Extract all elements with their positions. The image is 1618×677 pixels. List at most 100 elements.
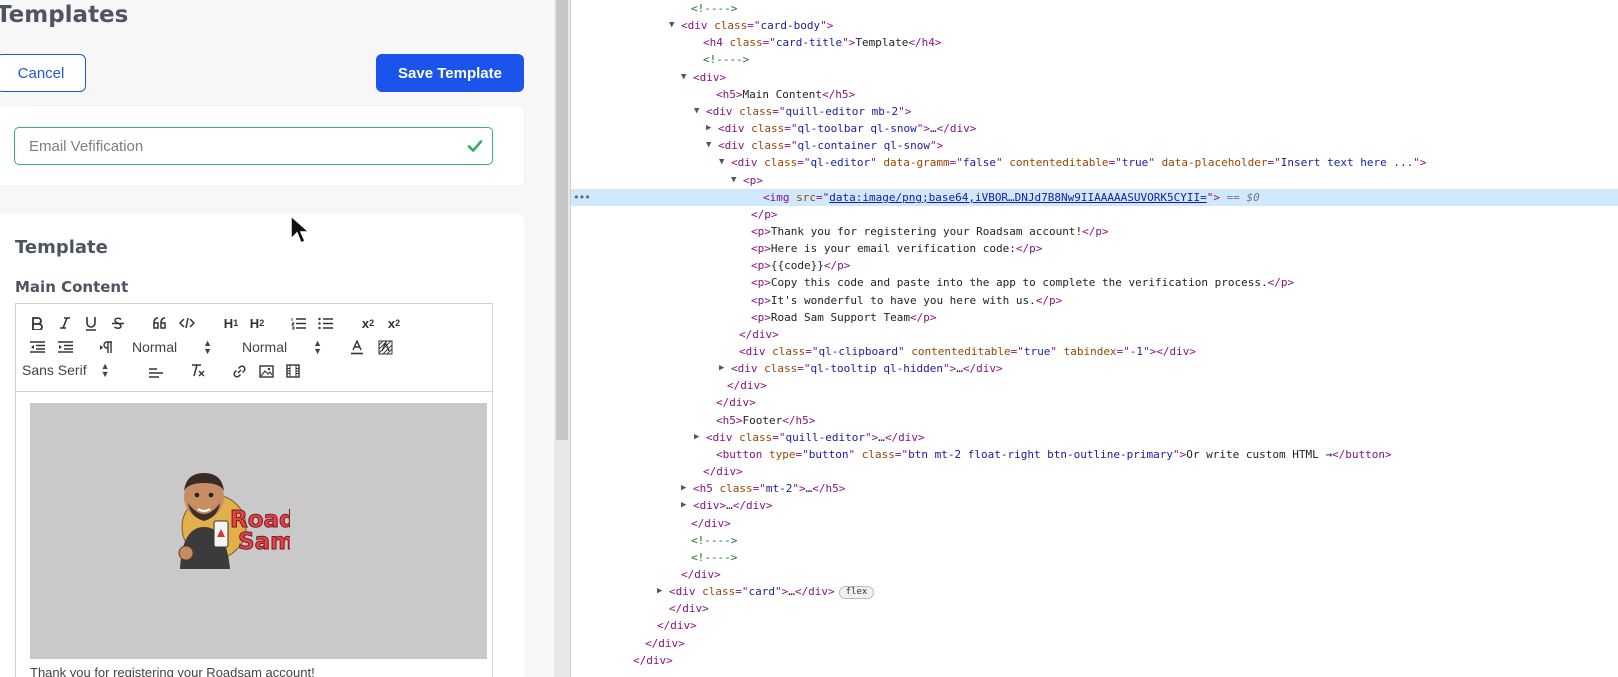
node-markup: <div class="ql-tooltip ql-hidden">…</div… bbox=[731, 360, 1003, 377]
dom-node[interactable]: </div> bbox=[571, 326, 1618, 343]
editor-paragraph[interactable]: Thank you for registering your Roadsam a… bbox=[30, 665, 315, 677]
code-block-button[interactable] bbox=[178, 313, 196, 333]
dom-node[interactable]: <!----> bbox=[571, 532, 1618, 549]
dom-node[interactable]: ▼ <div> bbox=[571, 69, 1618, 86]
background-color-button[interactable] bbox=[376, 337, 394, 357]
markup-token: contenteditable bbox=[1009, 156, 1109, 170]
header-2-button[interactable]: H2 bbox=[247, 313, 267, 333]
italic-button[interactable] bbox=[56, 313, 74, 333]
save-template-button[interactable]: Save Template bbox=[376, 54, 524, 92]
dom-node[interactable]: </div> bbox=[571, 394, 1618, 411]
font-color-button[interactable] bbox=[348, 337, 366, 357]
dom-node[interactable]: <button type="button" class="btn mt-2 fl… bbox=[571, 446, 1618, 463]
dom-node[interactable]: ▶ <div class="card">…</div> flex bbox=[571, 583, 1618, 600]
template-name-input[interactable]: Email Vefification bbox=[14, 127, 493, 165]
dom-node[interactable]: </div> bbox=[571, 515, 1618, 532]
dom-node[interactable]: ▼ <div class="quill-editor mb-2"> bbox=[571, 103, 1618, 120]
expand-triangle-icon[interactable]: ▶ bbox=[694, 429, 699, 446]
dom-node[interactable]: <div class="ql-clipboard" contenteditabl… bbox=[571, 343, 1618, 360]
dom-node[interactable]: ▶ <div class="ql-toolbar ql-snow">…</div> bbox=[571, 120, 1618, 137]
layout-badge[interactable]: flex bbox=[838, 586, 875, 600]
markup-token: <h5> bbox=[716, 87, 743, 101]
data-uri-link[interactable]: data:image/png;base64,iVBOR…DNJd7B8Nw9II… bbox=[829, 191, 1207, 204]
dom-node[interactable]: <p>It's wonderful to have you here with … bbox=[571, 292, 1618, 309]
expand-triangle-icon[interactable]: ▶ bbox=[719, 360, 724, 377]
ordered-list-button[interactable] bbox=[289, 313, 307, 333]
dom-node[interactable]: <p>Here is your email verification code:… bbox=[571, 240, 1618, 257]
header-1-button[interactable]: H1 bbox=[221, 313, 241, 333]
dom-node[interactable]: <!----> bbox=[571, 0, 1618, 17]
dom-node[interactable]: </div> bbox=[571, 652, 1618, 669]
node-markup: <div class="card-body"> bbox=[681, 17, 833, 34]
dom-node[interactable]: </div> bbox=[571, 463, 1618, 480]
bullet-list-button[interactable] bbox=[316, 313, 334, 333]
dom-node[interactable]: </div> bbox=[571, 377, 1618, 394]
embedded-logo-image[interactable]: Road Sam bbox=[30, 403, 487, 659]
dom-node[interactable]: ▶ <div>…</div> bbox=[571, 497, 1618, 514]
dom-node-selected[interactable]: ••• <img src="data:image/png;base64,iVBOR… bbox=[571, 188, 1618, 206]
collapse-triangle-icon[interactable]: ▼ bbox=[719, 154, 724, 171]
image-button[interactable] bbox=[257, 361, 275, 381]
align-button[interactable] bbox=[147, 363, 165, 383]
clean-format-button[interactable] bbox=[188, 361, 208, 381]
outdent-button[interactable] bbox=[28, 337, 46, 357]
underline-button[interactable] bbox=[82, 313, 100, 333]
dom-node[interactable]: <!----> bbox=[571, 549, 1618, 566]
markup-token: =" bbox=[784, 122, 798, 136]
dom-node[interactable]: ▼ <div class="ql-editor" data-gramm="fals… bbox=[571, 154, 1618, 171]
dom-node[interactable]: ▶ <h5 class="mt-2">…</h5> bbox=[571, 480, 1618, 497]
collapse-triangle-icon[interactable]: ▼ bbox=[706, 137, 711, 154]
expand-triangle-icon[interactable]: ▶ bbox=[681, 480, 686, 497]
link-button[interactable] bbox=[230, 361, 248, 381]
dom-node[interactable]: </div> bbox=[571, 600, 1618, 617]
dom-node[interactable]: </div> bbox=[571, 617, 1618, 634]
dom-node[interactable]: </div> bbox=[571, 566, 1618, 583]
dom-node[interactable]: <p>{{code}}</p> bbox=[571, 257, 1618, 274]
cancel-button[interactable]: Cancel bbox=[0, 54, 86, 92]
dom-node[interactable]: </p> bbox=[571, 206, 1618, 223]
dom-node[interactable]: ▼ <div class="ql-container ql-snow"> bbox=[571, 137, 1618, 154]
blockquote-button[interactable] bbox=[151, 313, 169, 333]
font-select[interactable]: Sans Serif ▲ ▼ bbox=[22, 360, 110, 380]
markup-token: " bbox=[897, 345, 912, 358]
size-select-2[interactable]: Normal ▲ ▼ bbox=[242, 337, 322, 357]
markup-token: </div> bbox=[739, 327, 779, 341]
dom-node[interactable]: <p>Thank you for registering your Roadsa… bbox=[571, 223, 1618, 240]
expand-triangle-icon[interactable]: ▶ bbox=[706, 120, 711, 137]
video-button[interactable] bbox=[284, 361, 302, 381]
expand-triangle-icon[interactable]: ▶ bbox=[657, 583, 662, 600]
node-options-icon[interactable]: ••• bbox=[573, 189, 591, 206]
bold-button[interactable] bbox=[28, 313, 46, 333]
dom-node[interactable]: ▶ <div class="quill-editor">…</div> bbox=[571, 429, 1618, 446]
markup-token: " bbox=[995, 156, 1010, 170]
indent-button[interactable] bbox=[56, 337, 74, 357]
rtl-direction-button[interactable] bbox=[96, 337, 116, 357]
markup-token: Or write custom HTML → bbox=[1186, 447, 1332, 461]
dom-node[interactable]: <h5>Footer</h5> bbox=[571, 412, 1618, 429]
markup-token: "> bbox=[929, 139, 944, 153]
strike-button[interactable] bbox=[109, 313, 127, 333]
dom-node[interactable]: </div> bbox=[571, 635, 1618, 652]
collapse-triangle-icon[interactable]: ▼ bbox=[669, 17, 674, 34]
collapse-triangle-icon[interactable]: ▼ bbox=[694, 103, 699, 120]
subscript-button[interactable]: x2 bbox=[358, 313, 378, 333]
dom-node[interactable]: ▼ <div class="card-body"> bbox=[571, 17, 1618, 34]
markup-token: "> bbox=[1173, 447, 1187, 461]
dom-node[interactable]: <p>Road Sam Support Team</p> bbox=[571, 309, 1618, 326]
page-scrollbar-thumb[interactable] bbox=[556, 0, 568, 440]
expand-triangle-icon[interactable]: ▶ bbox=[681, 497, 686, 514]
dom-node[interactable]: <h5>Main Content</h5> bbox=[571, 86, 1618, 103]
collapse-triangle-icon[interactable]: ▼ bbox=[681, 69, 686, 86]
markup-token: =" bbox=[1010, 345, 1024, 358]
dom-node[interactable]: <p>Copy this code and paste into the app… bbox=[571, 274, 1618, 291]
markup-token: <div> bbox=[693, 499, 727, 513]
dom-node[interactable]: <!----> bbox=[571, 51, 1618, 68]
size-select-1[interactable]: Normal ▲ ▼ bbox=[132, 337, 212, 357]
dom-node[interactable]: ▼ <p> bbox=[571, 172, 1618, 189]
collapse-triangle-icon[interactable]: ▼ bbox=[731, 172, 736, 189]
dom-node[interactable]: <h4 class="card-title">Template</h4> bbox=[571, 34, 1618, 51]
dom-node[interactable]: ▶ <div class="ql-tooltip ql-hidden">…</di… bbox=[571, 360, 1618, 377]
editor-content[interactable]: Road Sam Thank you for registering your … bbox=[16, 393, 492, 677]
superscript-button[interactable]: x2 bbox=[384, 313, 404, 333]
markup-token: =" bbox=[762, 36, 776, 50]
